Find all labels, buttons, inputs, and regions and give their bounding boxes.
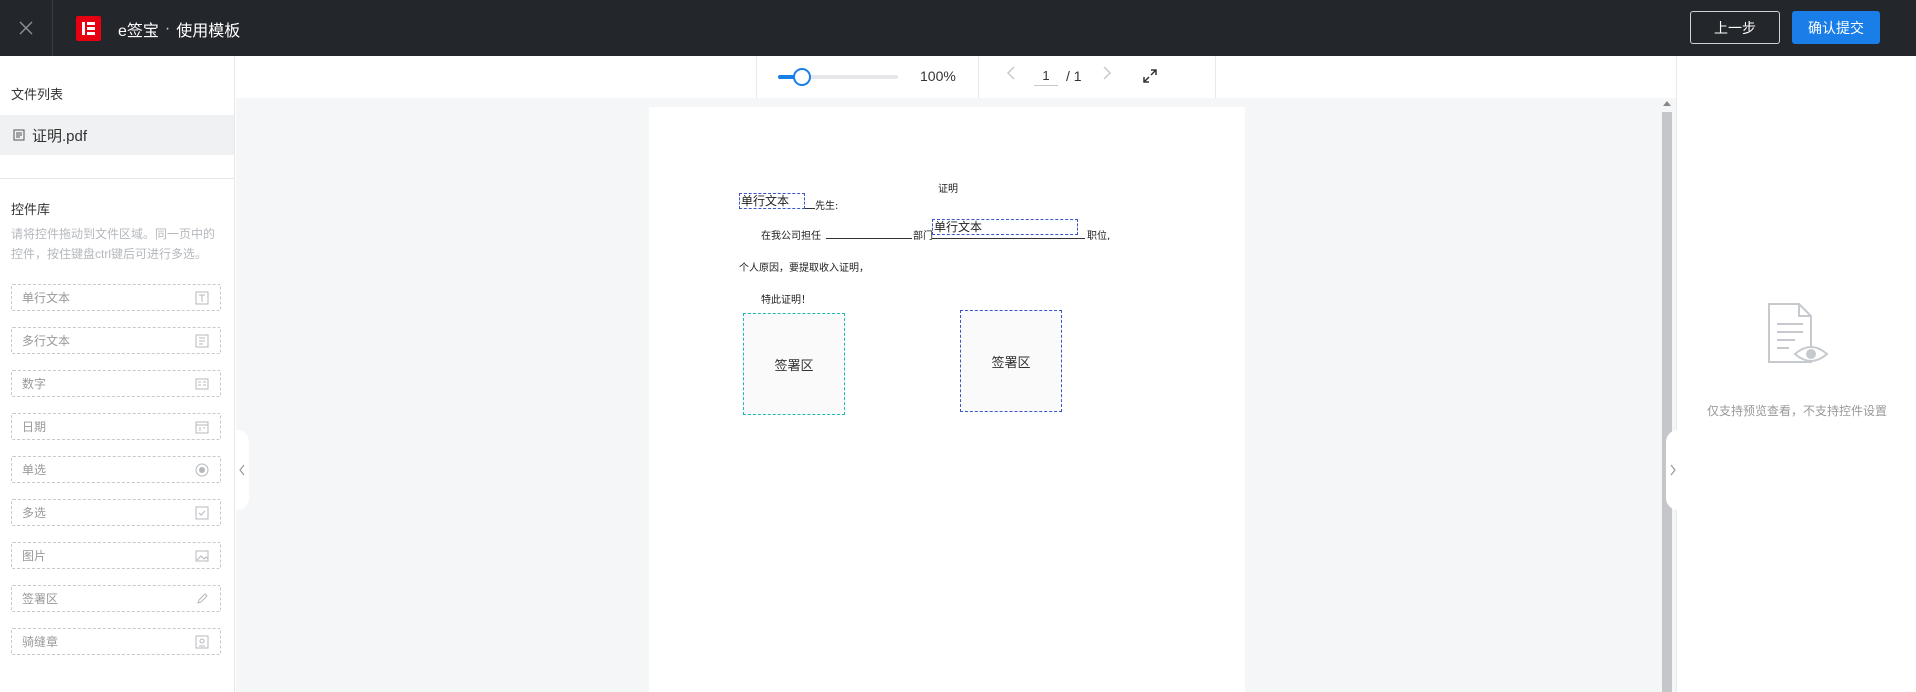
control-single-line-text[interactable]: 单行文本 <box>11 284 221 311</box>
control-label: 多选 <box>22 506 47 520</box>
file-list-item[interactable]: 证明.pdf <box>0 115 234 155</box>
chevron-left-icon <box>239 464 245 476</box>
control-label: 数字 <box>22 377 47 391</box>
chevron-left-icon <box>1006 66 1015 80</box>
doc-line3: 个人原因，要提取收入证明， <box>739 263 869 274</box>
control-seam-seal[interactable]: 骑缝章 <box>11 628 221 655</box>
checkbox-icon <box>194 505 210 521</box>
expand-icon <box>1143 69 1157 83</box>
pen-icon <box>194 591 210 607</box>
control-multi-line-text[interactable]: 多行文本 <box>11 327 221 354</box>
page-total: / 1 <box>1066 68 1082 84</box>
control-label: 骑缝章 <box>22 635 59 649</box>
control-label: 多行文本 <box>22 334 71 348</box>
page-title-text: 使用模板 <box>176 23 241 40</box>
viewer-toolbar: 100% / 1 <box>236 56 1676 98</box>
scroll-thumb[interactable] <box>1662 112 1672 692</box>
image-icon <box>194 548 210 564</box>
fullscreen-button[interactable] <box>1142 68 1160 86</box>
collapse-right-panel-button[interactable] <box>1666 430 1680 510</box>
control-signature[interactable]: 签署区 <box>11 585 221 612</box>
file-list-title: 文件列表 <box>11 87 64 102</box>
doc-underline <box>826 238 912 239</box>
signature-area-2[interactable]: 签署区 <box>960 310 1062 412</box>
preview-document-icon <box>1761 302 1833 368</box>
doc-underline <box>932 238 1085 239</box>
left-sidebar: 文件列表 证明.pdf 控件库 请将控件拖动到文件区域。同一页中的控件，按住键盘… <box>0 56 235 692</box>
file-name: 证明.pdf <box>32 127 88 145</box>
doc-line2-mid: 部门 <box>913 231 933 242</box>
scroll-up-icon[interactable] <box>1663 101 1671 106</box>
zoom-slider-thumb[interactable] <box>793 68 811 86</box>
brand-name: e签宝 <box>118 23 159 40</box>
number-icon <box>194 376 210 392</box>
chevron-right-icon <box>1103 66 1112 80</box>
doc-line4: 特此证明！ <box>761 295 811 306</box>
radio-icon <box>194 462 210 478</box>
calendar-icon <box>194 419 210 435</box>
doc-heading: 证明 <box>938 184 958 195</box>
next-page-button[interactable] <box>1102 66 1112 85</box>
control-image[interactable]: 图片 <box>11 542 221 569</box>
controls-hint: 请将控件拖动到文件区域。同一页中的控件，按住键盘ctrl键后可进行多选。 <box>11 227 216 261</box>
doc-underline <box>805 208 815 209</box>
title-separator: · <box>164 20 171 37</box>
esign-logo <box>76 16 101 41</box>
control-checkbox[interactable]: 多选 <box>11 499 221 526</box>
canvas-scrollbar[interactable] <box>1660 98 1674 692</box>
prev-page-button[interactable] <box>1006 66 1016 85</box>
single-line-text-field-2[interactable]: 单行文本 <box>932 219 1078 235</box>
zoom-value: 100% <box>920 68 956 84</box>
preview-only-message: 仅支持预览查看，不支持控件设置 <box>1706 404 1887 418</box>
controls-library-title: 控件库 <box>11 202 51 217</box>
divider <box>978 56 979 98</box>
control-radio[interactable]: 单选 <box>11 456 221 483</box>
seal-icon <box>194 634 210 650</box>
close-icon <box>19 21 33 35</box>
zoom-slider[interactable] <box>778 68 898 86</box>
control-number[interactable]: 数字 <box>11 370 221 397</box>
single-line-text-field-1[interactable]: 单行文本 <box>739 193 805 209</box>
control-label: 签署区 <box>22 592 59 606</box>
chevron-right-icon <box>1670 464 1676 476</box>
file-icon <box>13 129 25 141</box>
doc-line1-suffix: 先生: <box>815 201 839 212</box>
single-line-text-icon <box>194 290 210 306</box>
page-title: e签宝 · 使用模板 <box>118 17 240 41</box>
page-number-input[interactable] <box>1034 66 1058 86</box>
collapse-left-panel-button[interactable] <box>235 430 249 510</box>
control-date[interactable]: 日期 <box>11 413 221 440</box>
close-button[interactable] <box>0 0 53 56</box>
right-panel: 仅支持预览查看，不支持控件设置 <box>1676 56 1916 692</box>
prev-step-button[interactable]: 上一步 <box>1690 11 1780 44</box>
control-label: 日期 <box>22 420 47 434</box>
control-label: 图片 <box>22 549 47 563</box>
top-bar: e签宝 · 使用模板 上一步 确认提交 <box>0 0 1916 56</box>
divider <box>0 178 234 179</box>
doc-line2-suffix: 职位, <box>1087 231 1111 242</box>
doc-line2-prefix: 在我公司担任 <box>761 231 821 242</box>
multi-line-text-icon <box>194 333 210 349</box>
control-label: 单行文本 <box>22 291 71 305</box>
control-label: 单选 <box>22 463 47 477</box>
signature-area-1[interactable]: 签署区 <box>743 313 845 415</box>
confirm-submit-button[interactable]: 确认提交 <box>1792 11 1880 44</box>
